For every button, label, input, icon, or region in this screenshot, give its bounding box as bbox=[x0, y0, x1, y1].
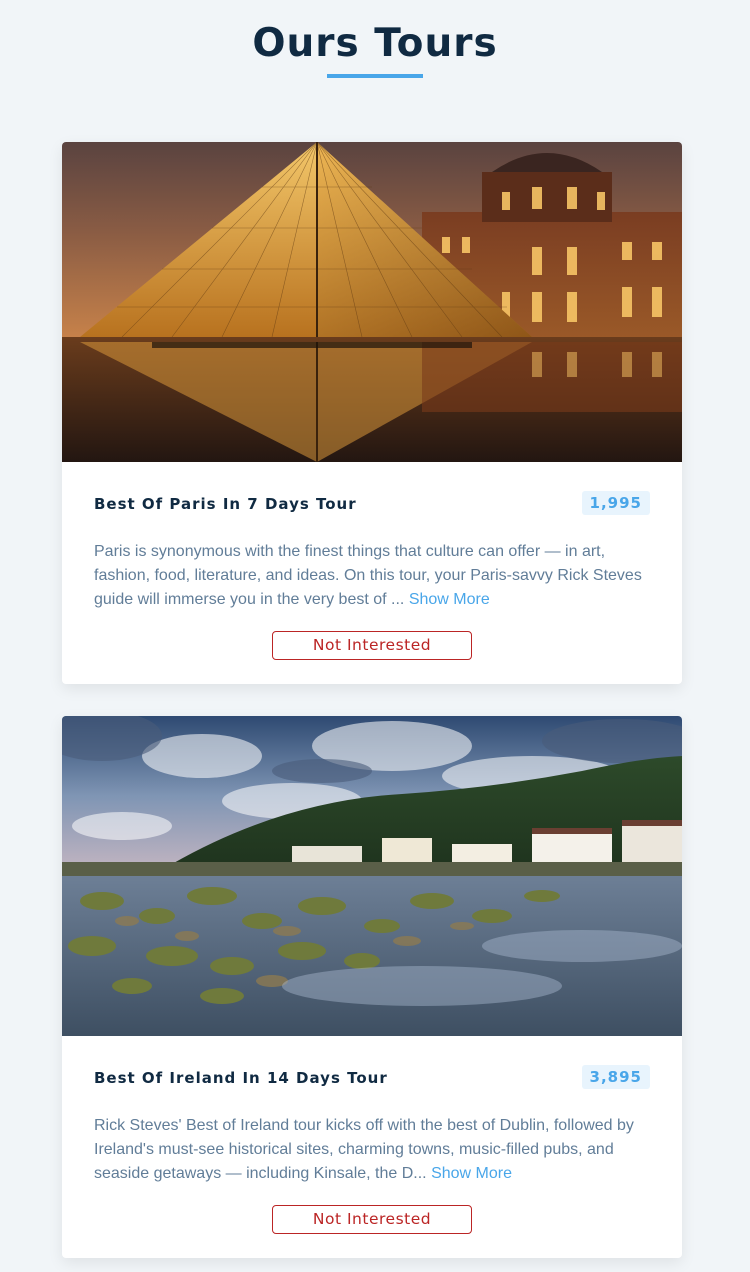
tour-name: Best Of Paris In 7 Days Tour bbox=[94, 495, 357, 513]
tour-card: Best Of Ireland In 14 Days Tour 3,895 Ri… bbox=[62, 716, 682, 1258]
tour-name: Best Of Ireland In 14 Days Tour bbox=[94, 1069, 388, 1087]
tour-description-text: Paris is synonymous with the finest thin… bbox=[94, 543, 642, 608]
tour-price: 3,895 bbox=[581, 1065, 650, 1089]
tour-card: Best Of Paris In 7 Days Tour 1,995 Paris… bbox=[62, 142, 682, 684]
tour-image-paris bbox=[62, 142, 682, 462]
title-underline bbox=[327, 74, 423, 78]
page-title: Ours Tours bbox=[252, 21, 498, 66]
tour-title-row: Best Of Paris In 7 Days Tour 1,995 bbox=[94, 491, 650, 517]
tour-title-row: Best Of Ireland In 14 Days Tour 3,895 bbox=[94, 1065, 650, 1091]
show-more-link[interactable]: Show More bbox=[431, 1165, 512, 1182]
show-more-link[interactable]: Show More bbox=[409, 591, 490, 608]
tour-description: Paris is synonymous with the finest thin… bbox=[94, 540, 654, 612]
tour-info: Best Of Paris In 7 Days Tour 1,995 Paris… bbox=[62, 462, 682, 684]
tour-description: Rick Steves' Best of Ireland tour kicks … bbox=[94, 1114, 654, 1186]
page-header: Ours Tours bbox=[0, 18, 750, 78]
not-interested-button[interactable]: Not Interested bbox=[272, 1205, 472, 1234]
not-interested-button[interactable]: Not Interested bbox=[272, 631, 472, 660]
tour-image-ireland bbox=[62, 716, 682, 1036]
tour-price: 1,995 bbox=[581, 491, 650, 515]
tour-description-text: Rick Steves' Best of Ireland tour kicks … bbox=[94, 1117, 634, 1182]
tour-info: Best Of Ireland In 14 Days Tour 3,895 Ri… bbox=[62, 1036, 682, 1258]
